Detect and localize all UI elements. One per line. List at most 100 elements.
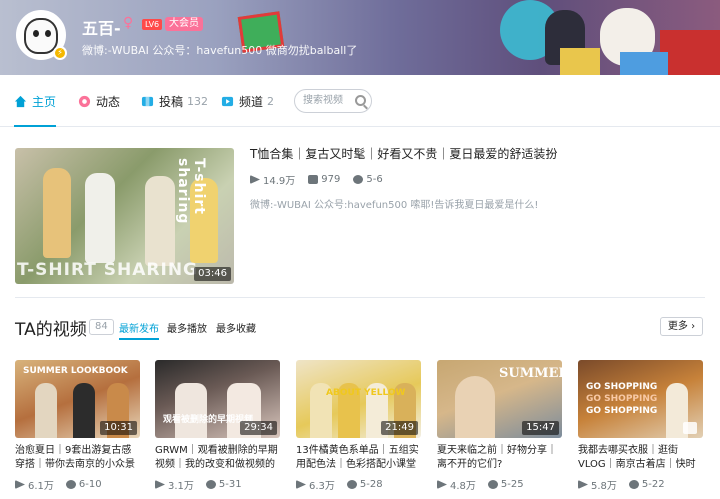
video-card[interactable]: GO SHOPPING GO SHOPPING GO SHOPPING 我都去哪… — [578, 360, 703, 492]
thumbnail-figure — [175, 383, 207, 438]
thumbnail-figure — [85, 173, 115, 263]
thumbnail-overlay-text: GO SHOPPING — [586, 382, 658, 392]
view-count: 4.8万 — [437, 477, 476, 492]
tab-posts-label: 投稿 — [159, 94, 184, 109]
video-stats: 3.1万 5-31 — [155, 477, 280, 492]
vip-badge[interactable]: 大会员 — [165, 17, 203, 31]
play-icon — [250, 175, 260, 184]
video-stats: 5.8万 5-22 — [578, 477, 703, 492]
video-thumbnail[interactable]: ABOUT YELLOW 21:49 — [296, 360, 421, 438]
sort-most-favorited[interactable]: 最多收藏 — [216, 320, 256, 335]
clock-icon — [205, 480, 216, 489]
video-count-badge: 84 — [89, 319, 114, 335]
publish-date: 5-25 — [487, 477, 524, 492]
video-title[interactable]: GRWM｜观看被删除的早期视频｜我的改变和做视频的经验 — [155, 444, 280, 472]
view-count: 5.8万 — [578, 477, 617, 492]
banner-gift-decoration — [620, 52, 668, 75]
view-count-value: 14.9万 — [263, 176, 296, 187]
thumbnail-overlay-text: SUMMER — [499, 366, 562, 381]
publish-date-value: 5-28 — [359, 479, 383, 490]
view-count: 3.1万 — [155, 477, 194, 492]
clock-icon — [487, 480, 498, 489]
sort-latest[interactable]: 最新发布 — [119, 320, 159, 340]
more-button[interactable]: 更多 › — [660, 317, 703, 336]
view-count: 6.3万 — [296, 477, 335, 492]
video-stats: 6.3万 5-28 — [296, 477, 421, 492]
publish-date-value: 5-31 — [218, 479, 242, 490]
avatar-eye — [33, 30, 39, 37]
tab-home-label: 主页 — [32, 94, 57, 109]
video-thumbnail[interactable]: SUMMER 15:47 — [437, 360, 562, 438]
publish-date: 5-6 — [353, 172, 383, 187]
watch-later-icon[interactable] — [683, 422, 697, 434]
video-duration: 21:49 — [381, 421, 418, 435]
featured-video-thumbnail[interactable]: T-shirt sharing T-SHIRT SHARING 03:46 — [15, 148, 234, 284]
banner-gift-decoration — [660, 30, 720, 75]
thumbnail-figure — [145, 176, 175, 266]
publish-date-value: 5-22 — [641, 479, 665, 490]
video-card[interactable]: SUMMER 15:47 夏天来临之前｜好物分享｜离不开的它们? 4.8万 5-… — [437, 360, 562, 492]
film-icon — [141, 96, 154, 106]
featured-video-title[interactable]: T恤合集｜复古又时髦｜好看又不贵｜夏日最爱的舒适装扮 — [250, 145, 557, 162]
play-icon — [578, 480, 588, 489]
danmaku-icon — [308, 175, 319, 184]
danmaku-count-value: 979 — [321, 174, 341, 185]
video-duration: 10:31 — [100, 421, 137, 435]
verified-badge-icon: ⚡ — [53, 46, 67, 60]
video-duration: 29:34 — [240, 421, 277, 435]
video-title[interactable]: 治愈夏日｜9套出游复古感穿搭｜带你去南京的小众景点走 — [15, 444, 140, 472]
video-title[interactable]: 夏天来临之前｜好物分享｜离不开的它们? — [437, 444, 562, 472]
video-thumbnail[interactable]: SUMMER LOOKBOOK 10:31 — [15, 360, 140, 438]
play-icon — [296, 480, 306, 489]
video-title[interactable]: 13件橘黄色系单品｜五组实用配色法｜色彩搭配小课堂开课 — [296, 444, 421, 472]
thumbnail-overlay-text: SUMMER LOOKBOOK — [23, 366, 128, 376]
sort-most-played[interactable]: 最多播放 — [167, 320, 207, 335]
play-box-icon — [221, 96, 234, 106]
play-icon — [15, 480, 25, 489]
clock-icon — [628, 480, 639, 489]
featured-video-stats: 14.9万 979 5-6 — [250, 172, 383, 187]
danmaku-count: 979 — [308, 172, 340, 187]
featured-video-description: 微博:-WUBAI 公众号:havefun500 嗦耶!告诉我夏日最爱是什么! — [250, 200, 539, 211]
divider — [15, 297, 705, 298]
publish-date: 5-31 — [205, 477, 242, 492]
tab-posts[interactable]: 投稿 132 — [141, 75, 208, 127]
publish-date: 5-22 — [628, 477, 665, 492]
view-count-value: 4.8万 — [450, 481, 476, 492]
play-icon — [437, 480, 447, 489]
video-duration: 03:46 — [194, 267, 231, 281]
view-count-value: 5.8万 — [591, 481, 617, 492]
thumbnail-overlay-text: GO SHOPPING — [586, 406, 658, 416]
user-name: 五百- — [82, 19, 121, 38]
view-count: 6.1万 — [15, 477, 54, 492]
clock-icon — [346, 480, 357, 489]
flower-icon — [78, 95, 91, 107]
video-card[interactable]: SUMMER LOOKBOOK 10:31 治愈夏日｜9套出游复古感穿搭｜带你去… — [15, 360, 140, 492]
avatar-eye — [45, 30, 51, 37]
thumbnail-figure — [73, 383, 95, 438]
publish-date: 5-28 — [346, 477, 383, 492]
tab-dynamics[interactable]: 动态 — [78, 75, 120, 127]
video-title[interactable]: 我都去哪买衣服｜逛街VLOG｜南京古着店｜快时尚20件单品 — [578, 444, 703, 472]
tab-posts-count: 132 — [187, 94, 209, 108]
search-icon[interactable] — [355, 95, 366, 106]
video-card[interactable]: 观看被删除的早期视频 29:34 GRWM｜观看被删除的早期视频｜我的改变和做视… — [155, 360, 280, 492]
thumbnail-figure — [455, 376, 495, 438]
clock-icon — [353, 175, 364, 184]
user-signature: 微博:-WUBAI 公众号：havefun500 微商勿扰balball了 — [82, 44, 358, 57]
tab-home[interactable]: 主页 — [14, 75, 57, 127]
search-placeholder: 搜索视频 — [303, 95, 343, 106]
profile-nav-bar: 主页 动态 投稿 132 频道 2 搜索视频 — [0, 75, 720, 127]
videos-section: TA的视频 84 最新发布 最多播放 最多收藏 更多 › SUMMER LOOK… — [0, 297, 720, 499]
video-card[interactable]: ABOUT YELLOW 21:49 13件橘黄色系单品｜五组实用配色法｜色彩搭… — [296, 360, 421, 492]
thumbnail-figure — [35, 383, 57, 438]
clock-icon — [65, 480, 76, 489]
video-thumbnail[interactable]: 观看被删除的早期视频 29:34 — [155, 360, 280, 438]
publish-date-value: 5-25 — [500, 479, 524, 490]
publish-date: 6-10 — [65, 477, 102, 492]
section-title: TA的视频 — [15, 320, 87, 340]
search-input[interactable]: 搜索视频 — [294, 89, 372, 113]
tab-channels[interactable]: 频道 2 — [221, 75, 274, 127]
view-count-value: 6.1万 — [28, 481, 54, 492]
video-thumbnail[interactable]: GO SHOPPING GO SHOPPING GO SHOPPING — [578, 360, 703, 438]
